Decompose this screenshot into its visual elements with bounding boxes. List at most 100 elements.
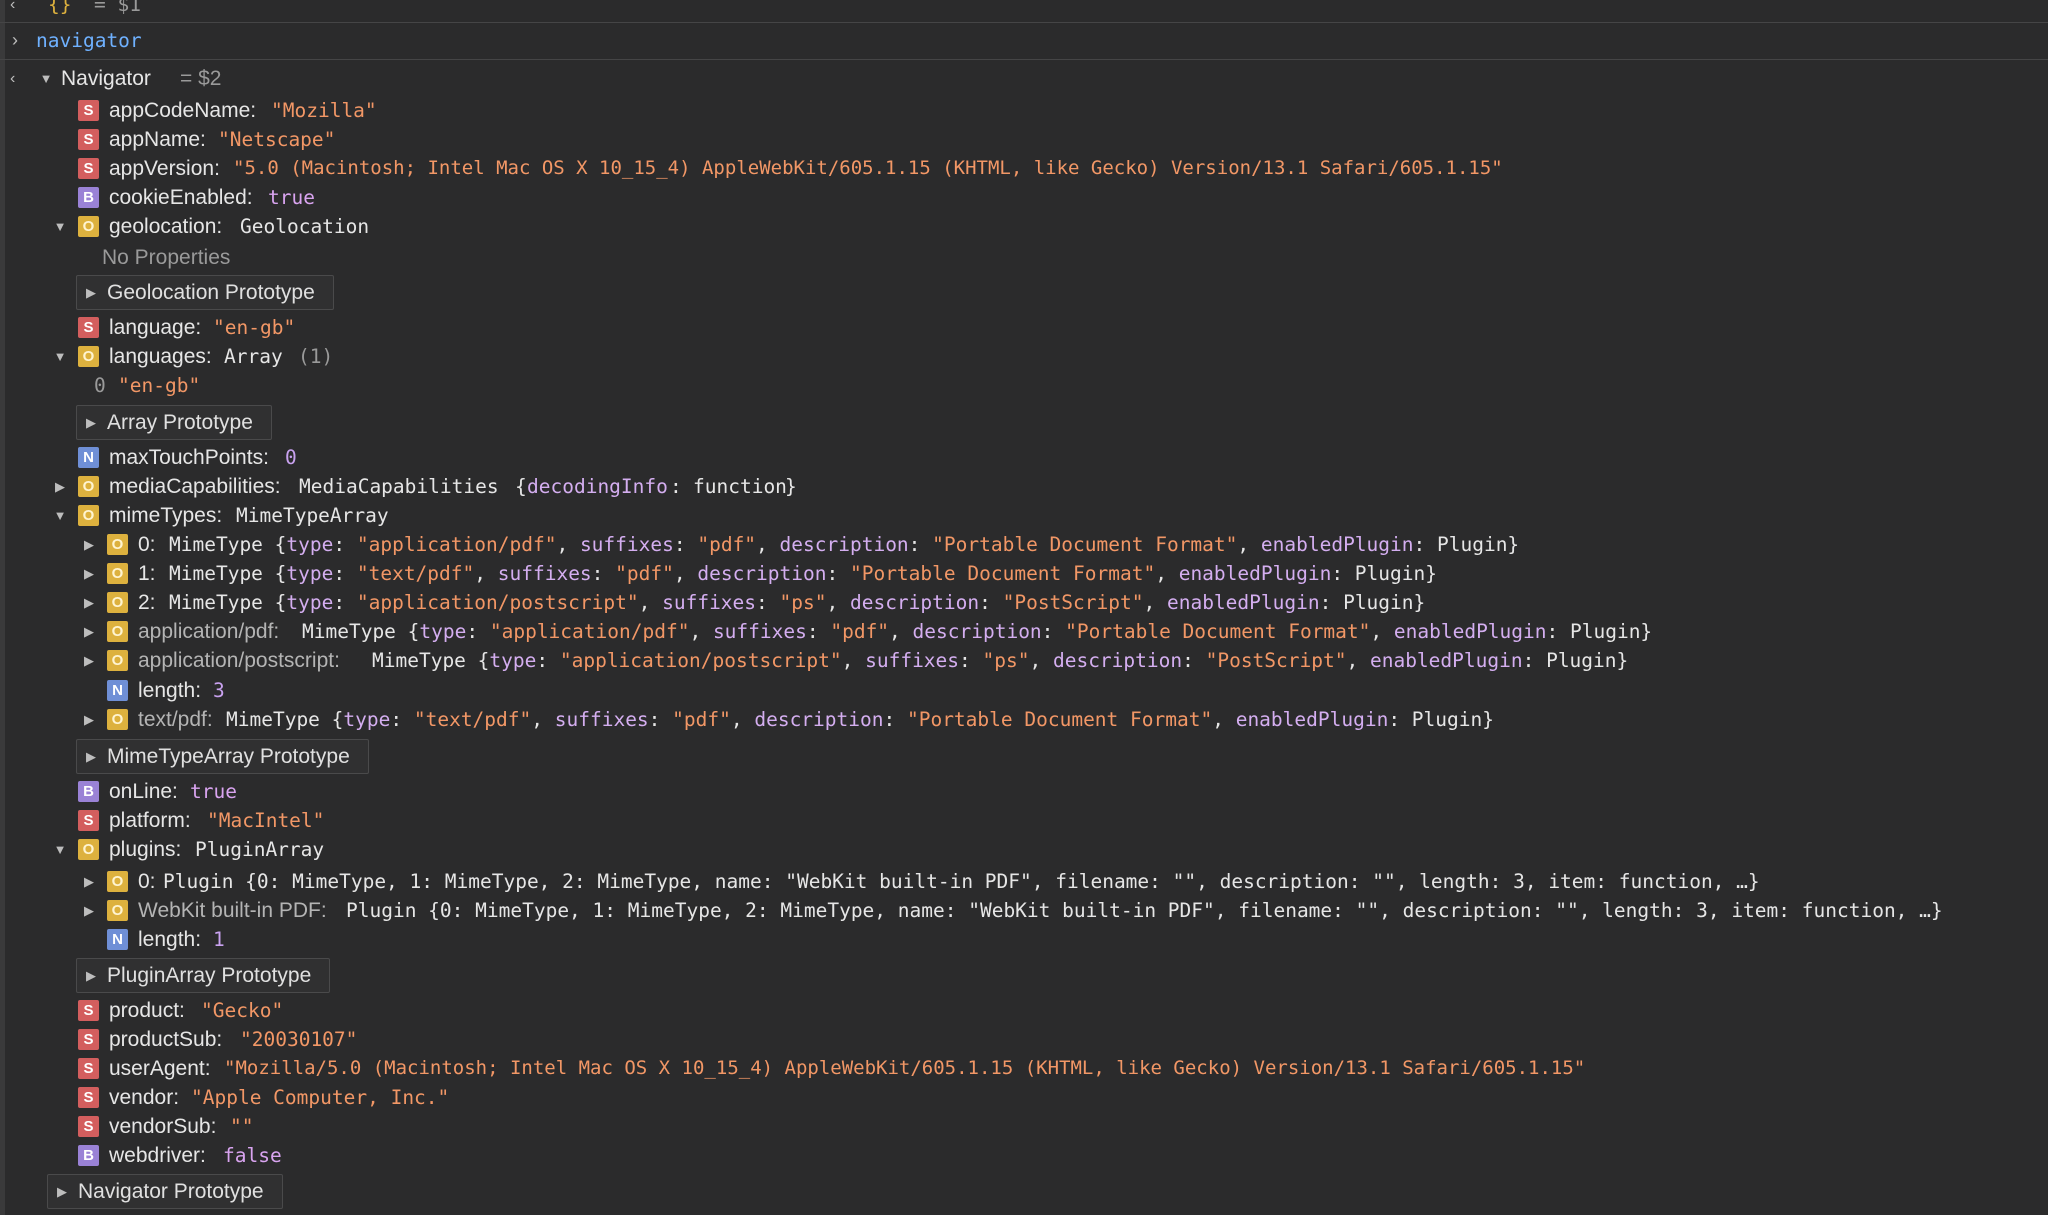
prop-row-mimeTypes[interactable]: ▼ O mimeTypes: MimeTypeArray (0, 501, 2048, 530)
mime-type-row[interactable]: ▶ Oapplication/pdf: MimeType {type: "appli… (0, 617, 2048, 646)
object-type-icon: O (107, 621, 128, 642)
disclosure-expanded-icon[interactable]: ▼ (52, 342, 68, 371)
navigator-prototype-row[interactable]: ▶ Navigator Prototype (0, 1174, 2048, 1209)
prop-row-productSub[interactable]: S productSub: "20030107" (0, 1025, 2048, 1054)
prop-row-mediaCapabilities[interactable]: ▶ O mediaCapabilities: MediaCapabilities… (0, 472, 2048, 501)
preview-key: suffixes (712, 620, 807, 643)
prototype-button[interactable]: ▶ MimeTypeArray Prototype (76, 739, 369, 774)
mime-key: 2: (138, 591, 156, 614)
disclosure-collapsed-icon[interactable]: ▶ (81, 530, 97, 559)
prop-row-vendorSub[interactable]: S vendorSub: "" (0, 1112, 2048, 1141)
prop-row-geolocation[interactable]: ▼ O geolocation: Geolocation (0, 212, 2048, 241)
preview-sep: , (689, 620, 713, 643)
preview-value: "Portable Document Format" (1065, 620, 1371, 643)
preview-value: "PostScript" (1205, 649, 1347, 672)
plugin-row[interactable]: ▶ O WebKit built-in PDF: Plugin {0: Mime… (0, 896, 2048, 925)
prototype-button[interactable]: ▶ PluginArray Prototype (76, 958, 331, 993)
disclosure-collapsed-icon[interactable]: ▶ (81, 617, 97, 646)
prop-row-platform[interactable]: S platform: "MacIntel" (0, 806, 2048, 835)
disclosure-expanded-icon[interactable]: ▼ (52, 501, 68, 530)
disclosure-collapsed-icon[interactable]: ▶ (81, 588, 97, 617)
array-prototype-row[interactable]: ▶ Array Prototype (0, 405, 2048, 440)
prop-row-cookieEnabled[interactable]: B cookieEnabled: true (0, 183, 2048, 212)
preview-sep: , (1212, 708, 1236, 731)
preview-sep: : (979, 591, 1003, 614)
prop-row-maxTouchPoints[interactable]: N maxTouchPoints: 0 (0, 443, 2048, 472)
prototype-button[interactable]: ▶ Array Prototype (76, 405, 272, 440)
prop-value: "MacIntel" (207, 809, 325, 832)
disclosure-collapsed-icon[interactable]: ▶ (81, 867, 97, 896)
mimetypearray-prototype-row[interactable]: ▶ MimeTypeArray Prototype (0, 739, 2048, 774)
preview-sep: , (889, 620, 913, 643)
mime-type-row[interactable]: ▶ O text/pdf: MimeType {type: "text/pdf"… (0, 705, 2048, 734)
disclosure-collapsed-icon[interactable]: ▶ (81, 896, 97, 925)
mime-type-row[interactable]: ▶ O 0: MimeType {type: "application/pdf", s… (0, 530, 2048, 559)
prop-value: 0 (285, 446, 297, 469)
preview-sep: : (908, 533, 933, 556)
mime-type-row[interactable]: ▶ O 1: MimeType {type: "text/pdf", suffixes… (0, 559, 2048, 588)
preview-sep: : (333, 533, 357, 556)
prop-row-appName[interactable]: S appName: "Netscape" (0, 125, 2048, 154)
prop-row-webdriver[interactable]: B webdriver: false (0, 1141, 2048, 1170)
preview-value: : Plugin} (1388, 708, 1494, 731)
navigator-root-row[interactable]: ‹ ▼ Navigator = $2 (0, 64, 2048, 93)
prop-name: geolocation: (109, 215, 223, 238)
separator (0, 22, 2048, 23)
prop-name: vendor: (109, 1086, 180, 1109)
disclosure-collapsed-icon[interactable]: ▶ (81, 705, 97, 734)
prop-name: platform: (109, 809, 191, 832)
string-type-icon: S (78, 129, 99, 150)
prop-value: Geolocation (240, 215, 370, 238)
mime-key: 1: (138, 562, 156, 585)
disclosure-expanded-icon[interactable]: ▼ (38, 64, 54, 93)
prototype-button[interactable]: ▶ Navigator Prototype (47, 1174, 283, 1209)
preview-sep: , (673, 562, 698, 585)
preview-value: "pdf" (615, 562, 674, 585)
prop-row-mimeTypes-length[interactable]: N length: 3 (0, 676, 2048, 705)
prop-row-plugins[interactable]: ▼ O plugins: PluginArray (0, 835, 2048, 864)
prop-value: "Gecko" (201, 999, 284, 1022)
array-index: 0 (94, 374, 106, 397)
disclosure-collapsed-icon[interactable]: ▶ (81, 559, 97, 588)
prop-row-languages[interactable]: ▼ O languages: Array (1) (0, 342, 2048, 371)
prop-row-appVersion[interactable]: S appVersion: "5.0 (Macintosh; Intel Mac… (0, 154, 2048, 183)
mime-key: 0: (138, 533, 156, 556)
preview-open: { (515, 475, 527, 498)
array-item-row[interactable]: 0 "en-gb" (0, 371, 2048, 400)
disclosure-expanded-icon[interactable]: ▼ (52, 835, 68, 864)
preview-sep: : (673, 533, 698, 556)
preview-sep: : (1182, 649, 1206, 672)
prop-row-userAgent[interactable]: S userAgent: "Mozilla/5.0 (Macintosh; In… (0, 1054, 2048, 1083)
console-input-row[interactable]: › navigator (0, 26, 2048, 55)
preview-sep: , (531, 708, 555, 731)
prototype-label: MimeTypeArray Prototype (107, 745, 350, 768)
pluginarray-prototype-row[interactable]: ▶ PluginArray Prototype (0, 958, 2048, 993)
preview-sep: : (333, 562, 357, 585)
mime-preview: MimeType {type: "text/pdf", suffixes: "p… (226, 705, 1494, 734)
string-type-icon: S (78, 1116, 99, 1137)
plugin-row[interactable]: ▶ O 0: Plugin {0: MimeType, 1: MimeType,… (0, 867, 2048, 896)
geolocation-prototype-row[interactable]: ▶ Geolocation Prototype (0, 275, 2048, 310)
prop-row-language[interactable]: S language: "en-gb" (0, 313, 2048, 342)
prop-name: vendorSub: (109, 1115, 217, 1138)
disclosure-collapsed-icon[interactable]: ▶ (52, 472, 68, 501)
console-command[interactable]: navigator (36, 26, 142, 55)
prop-row-vendor[interactable]: S vendor: "Apple Computer, Inc." (0, 1083, 2048, 1112)
prop-row-appCodeName[interactable]: S appCodeName: "Mozilla" (0, 96, 2048, 125)
disclosure-collapsed-icon[interactable]: ▶ (81, 646, 97, 675)
string-type-icon: S (78, 100, 99, 121)
disclosure-expanded-icon[interactable]: ▼ (52, 212, 68, 241)
mime-type-row[interactable]: ▶ O 2: MimeType {type: "application/postscr… (0, 588, 2048, 617)
string-type-icon: S (78, 1087, 99, 1108)
prototype-button[interactable]: ▶ Geolocation Prototype (76, 275, 334, 310)
prop-row-plugins-length[interactable]: N length: 1 (0, 925, 2048, 954)
prop-row-onLine[interactable]: B onLine: true (0, 777, 2048, 806)
disclosure-collapsed-icon: ▶ (86, 415, 96, 430)
number-type-icon: N (107, 929, 128, 950)
preview-value: "ps" (982, 649, 1030, 672)
boolean-type-icon: B (78, 781, 99, 802)
preview-class: MimeType { (169, 591, 287, 614)
mime-type-row[interactable]: ▶ Oapplication/postscript: MimeType {type:… (0, 646, 2048, 675)
prop-value: "en-gb" (213, 316, 296, 339)
prop-row-product[interactable]: S product: "Gecko" (0, 996, 2048, 1025)
